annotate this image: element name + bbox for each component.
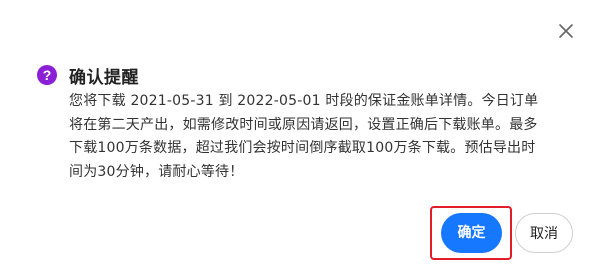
close-icon: [559, 24, 573, 38]
dialog-title: 确认提醒: [69, 67, 139, 88]
dialog-header: ? 确认提醒: [37, 63, 139, 88]
confirm-button[interactable]: 确定: [441, 213, 502, 253]
confirm-dialog: ? 确认提醒 您将下载 2021-05-31 到 2022-05-01 时段的保…: [0, 0, 600, 271]
question-mark-circle-icon: ?: [37, 65, 57, 85]
cancel-button[interactable]: 取消: [515, 213, 573, 253]
close-button[interactable]: [556, 21, 576, 41]
dialog-message: 您将下载 2021-05-31 到 2022-05-01 时段的保证金账单详情。…: [69, 93, 539, 180]
